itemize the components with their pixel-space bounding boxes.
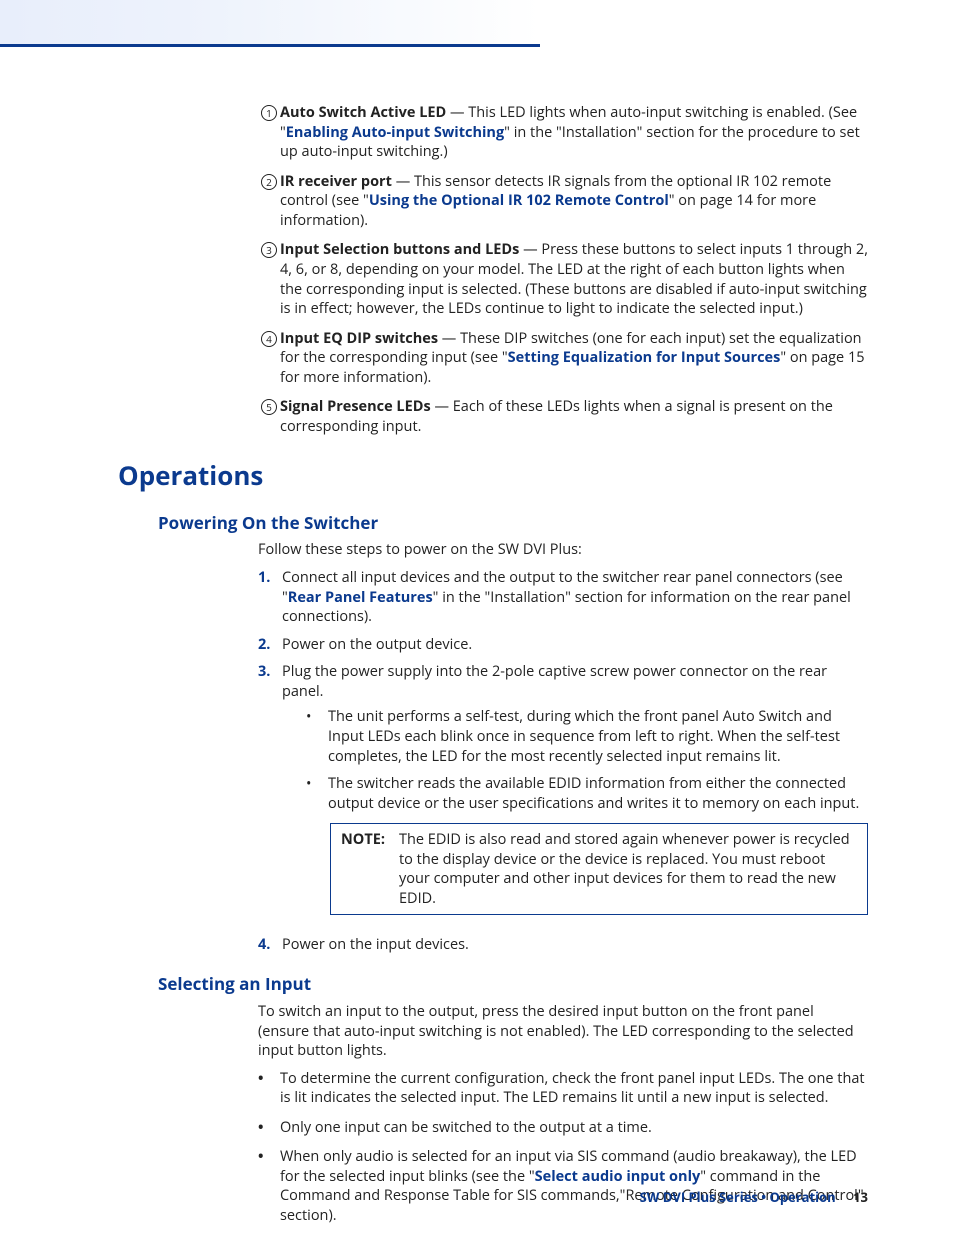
note-label: NOTE: [341,830,399,908]
sub-bullets: The unit performs a self-test, during wh… [306,707,868,813]
intro-text: Follow these steps to power on the SW DV… [258,540,868,560]
callout-item: 5 Signal Presence LEDs — Each of these L… [258,397,868,436]
callout-number-icon: 3 [258,241,280,318]
subheading-selecting-input: Selecting an Input [158,973,868,996]
step-item: 1.Connect all input devices and the outp… [258,568,868,627]
bullet-text: To determine the current configuration, … [280,1069,868,1108]
link-select-audio[interactable]: Select audio input only [535,1167,701,1186]
bullet-text: Only one input can be switched to the ou… [280,1118,652,1138]
bullet-item: The unit performs a self-test, during wh… [306,707,868,766]
bullet-item: When only audio is selected for an input… [258,1147,868,1225]
step-text: Power on the output device. [282,635,868,655]
callout-number-icon: 1 [258,104,280,162]
callout-title: Signal Presence LEDs [280,397,431,416]
callout-item: 1 Auto Switch Active LED — This LED ligh… [258,103,868,162]
link-eq-sources[interactable]: Setting Equalization for Input Sources [508,348,781,367]
footer-title: SW DVI Plus Series • Operation [640,1188,836,1206]
bullet-text: The switcher reads the available EDID in… [328,774,868,813]
callout-title: Auto Switch Active LED [280,103,446,122]
bullet-item: Only one input can be switched to the ou… [258,1118,868,1138]
bullet-item: The switcher reads the available EDID in… [306,774,868,813]
subheading-powering-on: Powering On the Switcher [158,512,868,535]
bullet-text: The unit performs a self-test, during wh… [328,707,868,766]
step-text: Plug the power supply into the 2-pole ca… [282,662,827,701]
step-item: 2.Power on the output device. [258,635,868,655]
callout-item: 4 Input EQ DIP switches — These DIP swit… [258,329,868,388]
header-gradient-bar [0,0,540,47]
page-footer: SW DVI Plus Series • Operation 13 [640,1189,868,1207]
callout-number-icon: 5 [258,398,280,436]
link-ir-remote[interactable]: Using the Optional IR 102 Remote Control [369,191,669,210]
intro-text: To switch an input to the output, press … [258,1002,868,1061]
callout-list: 1 Auto Switch Active LED — This LED ligh… [258,103,868,436]
callout-item: 3 Input Selection buttons and LEDs — Pre… [258,240,868,318]
note-box: NOTE: The EDID is also read and stored a… [330,823,868,915]
callout-number-icon: 2 [258,173,280,231]
steps-list: 1.Connect all input devices and the outp… [258,568,868,955]
bullet-item: To determine the current configuration, … [258,1069,868,1108]
callout-title: Input EQ DIP switches [280,329,438,348]
callout-item: 2 IR receiver port — This sensor detects… [258,172,868,231]
callout-number-icon: 4 [258,330,280,388]
note-body: The EDID is also read and stored again w… [399,830,857,908]
section-heading-operations: Operations [118,458,868,493]
step-item: 4.Power on the input devices. [258,935,868,955]
link-enabling-auto-input[interactable]: Enabling Auto-input Switching [286,123,504,142]
callout-title: Input Selection buttons and LEDs [280,240,519,259]
step-item: 3. Plug the power supply into the 2-pole… [258,662,868,927]
page-number: 13 [853,1188,868,1206]
callout-title: IR receiver port [280,172,392,191]
link-rear-panel[interactable]: Rear Panel Features [288,588,433,607]
step-text: Power on the input devices. [282,935,868,955]
